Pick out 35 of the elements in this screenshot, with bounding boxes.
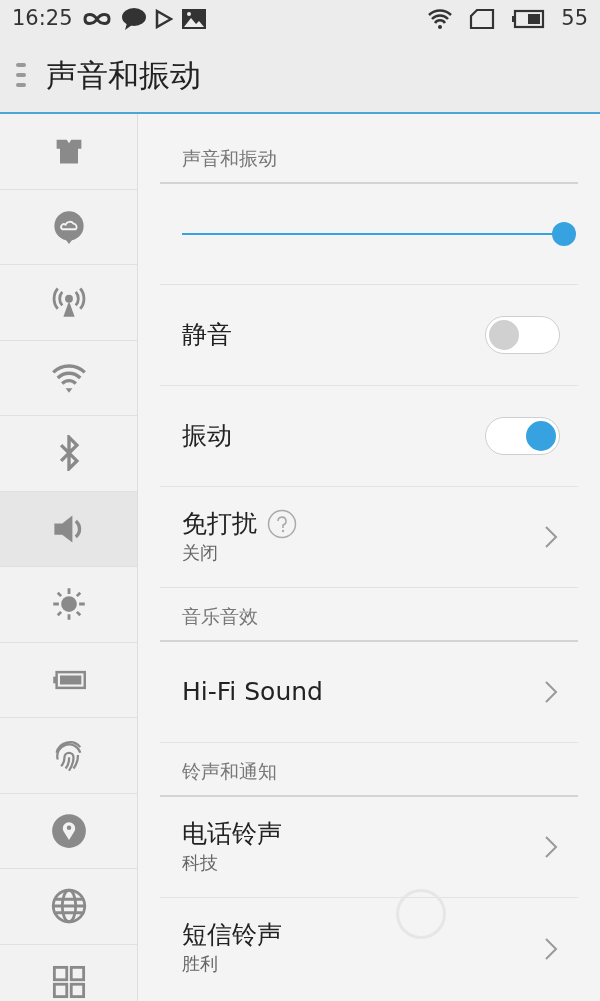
globe-icon xyxy=(50,888,87,925)
toggle-switch[interactable] xyxy=(485,316,560,354)
help-icon[interactable] xyxy=(267,508,297,539)
setting-label: Hi-Fi Sound xyxy=(182,677,323,707)
battery-level: 55 xyxy=(561,5,588,33)
sidebar-item[interactable] xyxy=(0,491,137,567)
play-icon xyxy=(154,9,173,29)
chat-bubble-icon xyxy=(120,7,147,31)
battery-icon xyxy=(511,9,546,29)
setting-label: 静音 xyxy=(182,320,232,350)
toggle-switch[interactable] xyxy=(485,417,560,455)
section-header: 音乐音效 xyxy=(160,588,578,642)
grid-icon xyxy=(50,963,87,1000)
menu-icon[interactable] xyxy=(14,60,28,90)
chevron-right-icon[interactable] xyxy=(544,680,558,704)
setting-label: 短信铃声 xyxy=(182,920,282,950)
location-pin-icon xyxy=(50,812,87,849)
chevron-right-icon[interactable] xyxy=(544,835,558,859)
setting-value: 关闭 xyxy=(182,540,219,565)
slider-thumb[interactable] xyxy=(552,222,576,246)
setting-value: 胜利 xyxy=(182,952,219,976)
setting-label: 免打扰 xyxy=(182,508,257,539)
chevron-right-icon[interactable] xyxy=(544,936,558,961)
image-icon xyxy=(180,8,207,30)
setting-label: 电话铃声 xyxy=(182,818,282,849)
chevron-right-icon[interactable] xyxy=(544,525,558,549)
clock-time: 16:25 xyxy=(12,5,73,33)
page-title: 声音和振动 xyxy=(46,55,201,95)
section-header: 铃声和通知 xyxy=(160,743,578,797)
section-header: 声音和振动 xyxy=(160,114,578,184)
sim-card-icon xyxy=(469,8,496,30)
setting-label: 振动 xyxy=(182,421,232,451)
wifi-icon xyxy=(427,8,454,30)
setting-value: 科技 xyxy=(182,850,219,875)
sun-icon xyxy=(50,586,87,623)
